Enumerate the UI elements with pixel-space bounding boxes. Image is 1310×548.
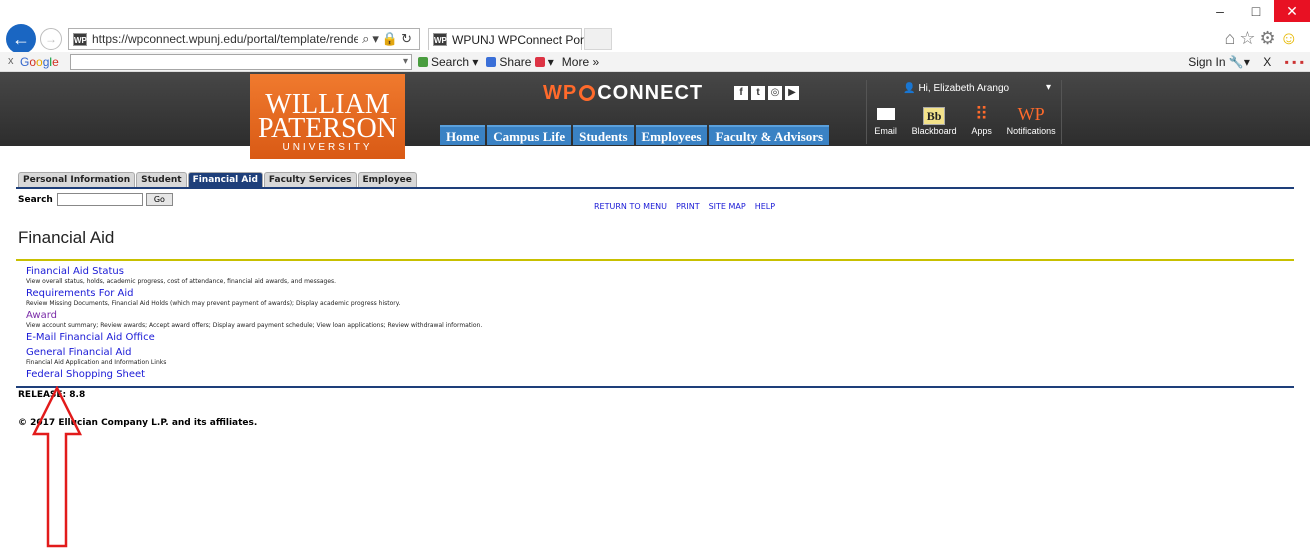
- apps-launcher[interactable]: ⠿ Apps: [971, 102, 992, 136]
- settings-gear-icon[interactable]: ⚙: [1259, 28, 1279, 48]
- nav-faculty-advisors[interactable]: Faculty & Advisors: [709, 125, 830, 145]
- address-url[interactable]: https://wpconnect.wpunj.edu/portal/templ…: [92, 32, 358, 46]
- blackboard-icon: Bb: [922, 107, 946, 125]
- ie-toolbar-icons[interactable]: ⌂☆⚙☺: [1224, 28, 1302, 49]
- tab-personal-information[interactable]: Personal Information: [18, 172, 136, 187]
- toolbar-more-button[interactable]: More »: [562, 55, 599, 69]
- tab-favicon-icon: WP: [433, 33, 447, 46]
- share-icon: [486, 57, 497, 67]
- social-icons: f t ◎ ▶: [734, 82, 802, 100]
- forward-arrow-icon[interactable]: →: [40, 28, 62, 50]
- user-menu-caret-icon[interactable]: ▾: [1046, 82, 1051, 93]
- search-form: Search Go: [18, 193, 173, 206]
- search-color-icon: [418, 57, 428, 67]
- close-window-button[interactable]: ✕: [1274, 0, 1310, 22]
- tab-title: WPUNJ WPConnect Portal: [452, 32, 597, 47]
- list-item: Requirements For Aid Review Missing Docu…: [26, 288, 482, 308]
- toolbar-close-right-icon[interactable]: X: [1263, 55, 1271, 69]
- search-input[interactable]: [56, 193, 143, 206]
- restore-button[interactable]: □: [1238, 0, 1274, 22]
- nav-students[interactable]: Students: [573, 125, 634, 145]
- user-greeting[interactable]: 👤 Hi, Elizabeth Arango: [903, 83, 1009, 94]
- toolbar-search-input[interactable]: ▾: [70, 54, 412, 70]
- item-description: View account summary; Review awards; Acc…: [26, 322, 483, 329]
- search-label: Search: [18, 194, 53, 205]
- list-item: Award View account summary; Review award…: [26, 310, 482, 330]
- new-tab-button[interactable]: [584, 28, 612, 50]
- apps-grid-icon: ⠿: [975, 104, 989, 124]
- utility-links: RETURN TO MENU PRINT SITE MAP HELP: [594, 202, 784, 211]
- requirements-for-aid-link[interactable]: Requirements For Aid: [26, 288, 482, 300]
- address-tools-icons[interactable]: ⌕▾🔒↻: [358, 31, 419, 47]
- nav-campus-life[interactable]: Campus Life: [487, 125, 572, 145]
- sign-in-button[interactable]: Sign In 🔧▾: [1188, 55, 1250, 69]
- email-financial-aid-office-link[interactable]: E-Mail Financial Aid Office: [26, 332, 482, 344]
- google-logo: Google: [20, 55, 59, 69]
- minimize-button[interactable]: –: [1202, 0, 1238, 22]
- footer-divider: [16, 386, 1294, 388]
- browser-tab[interactable]: WP WPUNJ WPConnect Portal ×: [428, 28, 603, 50]
- federal-shopping-sheet-link[interactable]: Federal Shopping Sheet: [26, 369, 482, 381]
- list-item: Federal Shopping Sheet: [26, 369, 482, 381]
- list-item: General Financial Aid Financial Aid Appl…: [26, 347, 482, 367]
- connect-ring-icon: [579, 85, 596, 101]
- youtube-icon[interactable]: ▶: [785, 86, 799, 100]
- tab-student[interactable]: Student: [136, 172, 187, 187]
- tab-employee[interactable]: Employee: [357, 172, 417, 187]
- favorites-star-icon[interactable]: ☆: [1239, 28, 1259, 48]
- title-divider: [16, 259, 1294, 261]
- address-bar[interactable]: WP https://wpconnect.wpunj.edu/portal/te…: [68, 28, 420, 50]
- award-link[interactable]: Award: [26, 310, 482, 322]
- annotation-arrow-icon: [31, 386, 83, 548]
- general-financial-aid-link[interactable]: General Financial Aid: [26, 347, 482, 359]
- site-map-link[interactable]: SITE MAP: [709, 202, 746, 211]
- return-to-menu-link[interactable]: RETURN TO MENU: [594, 202, 667, 211]
- blackboard-app[interactable]: Bb Blackboard: [912, 102, 957, 136]
- tab-divider: [16, 187, 1294, 189]
- user-icon: 👤: [903, 83, 916, 94]
- toolbar-share-button[interactable]: Share ▾: [486, 55, 554, 69]
- university-logo[interactable]: WILLIAM PATERSON UNIVERSITY: [250, 74, 405, 159]
- financial-aid-menu: Financial Aid Status View overall status…: [26, 266, 482, 381]
- feedback-smiley-icon[interactable]: ☺: [1280, 28, 1302, 48]
- wp-notifications-icon: WP: [1017, 104, 1045, 124]
- wpconnect-brand[interactable]: WP CONNECT: [543, 82, 703, 105]
- twitter-icon[interactable]: t: [751, 86, 765, 100]
- tab-faculty-services[interactable]: Faculty Services: [263, 172, 357, 187]
- toolbar-search-button[interactable]: Search ▾: [418, 55, 478, 69]
- nav-home[interactable]: Home: [440, 125, 486, 145]
- list-item: E-Mail Financial Aid Office: [26, 332, 482, 344]
- list-item: Financial Aid Status View overall status…: [26, 266, 482, 286]
- email-app[interactable]: Email: [874, 102, 897, 136]
- user-panel: 👤 Hi, Elizabeth Arango ▾ Email Bb Blackboa…: [866, 80, 1062, 144]
- financial-aid-status-link[interactable]: Financial Aid Status: [26, 266, 482, 278]
- item-description: Financial Aid Application and Informatio…: [26, 359, 167, 366]
- toolbar-extension-icons[interactable]: ▪ ▪ ▪: [1285, 55, 1304, 69]
- envelope-icon: [876, 108, 895, 120]
- tab-financial-aid[interactable]: Financial Aid: [187, 172, 263, 187]
- item-description: Review Missing Documents, Financial Aid …: [26, 300, 401, 307]
- back-arrow-icon[interactable]: ←: [6, 24, 36, 54]
- share-more-icon: [534, 57, 545, 67]
- notifications-app[interactable]: WP Notifications: [1007, 102, 1056, 136]
- toolbar-close-icon[interactable]: x: [8, 55, 14, 67]
- google-toolbar: x Google ▾ Search ▾ Share ▾ More » Sign In…: [0, 52, 1310, 72]
- print-link[interactable]: PRINT: [676, 202, 700, 211]
- instagram-icon[interactable]: ◎: [768, 86, 782, 100]
- section-tabs: Personal Information Student Financial A…: [18, 172, 418, 187]
- item-description: View overall status, holds, academic pro…: [26, 278, 337, 285]
- go-button[interactable]: Go: [145, 193, 173, 206]
- favicon-icon: WP: [73, 32, 87, 46]
- facebook-icon[interactable]: f: [734, 86, 748, 100]
- nav-employees[interactable]: Employees: [635, 125, 708, 145]
- home-icon[interactable]: ⌂: [1224, 28, 1239, 48]
- main-navigation: Home Campus Life Students Employees Facu…: [440, 125, 831, 145]
- page-title: Financial Aid: [18, 228, 115, 247]
- help-link[interactable]: HELP: [755, 202, 775, 211]
- browser-chrome: ← → WP https://wpconnect.wpunj.edu/porta…: [0, 0, 1310, 56]
